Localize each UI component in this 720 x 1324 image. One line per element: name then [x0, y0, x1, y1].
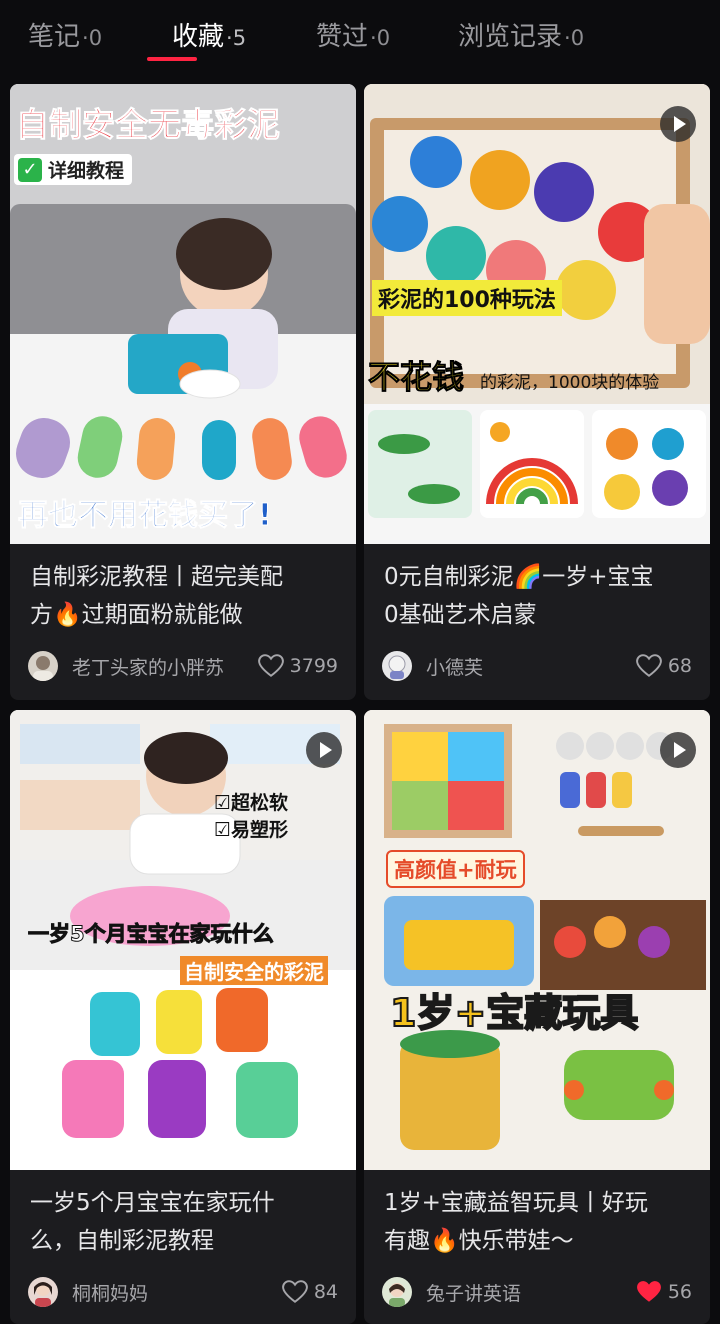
tab-count: ·0: [82, 26, 103, 50]
author-name: 兔子讲英语: [426, 1282, 522, 1305]
like-count: 56: [667, 1281, 692, 1303]
note-title-line: 1岁+宝藏益智玩具丨好玩: [384, 1190, 648, 1216]
avatar: [382, 651, 412, 681]
tab-notes[interactable]: 笔记·0: [28, 16, 102, 56]
video-play-icon: [660, 106, 696, 142]
tab-history[interactable]: 浏览记录·0: [458, 16, 584, 56]
note-title-line: 么，自制彩泥教程: [30, 1228, 214, 1254]
note-title-line: 0元自制彩泥🌈一岁+宝宝: [384, 564, 654, 590]
cover-badge-label: 详细教程: [48, 160, 125, 182]
cover-badge: ✓ 详细教程: [14, 154, 133, 185]
avatar: [382, 1277, 412, 1307]
cover-tag: 高颜值+耐玩: [386, 850, 525, 888]
tab-bar: 笔记·0 收藏·5 赞过·0 浏览记录·0: [0, 0, 720, 76]
cover-checklist: ☑超松软 ☑易塑形: [214, 788, 288, 842]
avatar: [28, 1277, 58, 1307]
note-title-line: 自制彩泥教程丨超完美配: [30, 564, 283, 590]
author-info[interactable]: 桐桐妈妈: [28, 1276, 148, 1308]
like-count: 84: [313, 1281, 338, 1303]
like-button[interactable]: 3799: [257, 650, 338, 682]
checkbox-icon: ☑: [214, 792, 232, 814]
note-title: 一岁5个月宝宝在家玩什 么，自制彩泥教程: [30, 1184, 340, 1260]
note-title-line: 方🔥过期面粉就能做: [30, 602, 243, 628]
author-info[interactable]: 老丁头家的小胖苏: [28, 650, 224, 682]
cover-image: ☑超松软 ☑易塑形 一岁5个月宝宝在家玩什么 自制安全的彩泥: [10, 710, 356, 1170]
checkbox-icon: ☑: [214, 819, 232, 841]
author-info[interactable]: 小德芙: [382, 650, 483, 682]
heart-outline-icon: [257, 654, 284, 677]
tab-favorites[interactable]: 收藏·5: [172, 16, 246, 56]
note-card[interactable]: 自制安全无毒彩泥 ✓ 详细教程 再也不用花钱买了! 自制彩泥教程丨超完美配 方🔥过…: [10, 84, 356, 700]
like-count: 3799: [289, 655, 338, 677]
cover-caption: 自制安全的彩泥: [180, 956, 328, 985]
cover-banner: 彩泥的100种玩法: [372, 280, 562, 316]
heart-filled-icon: [636, 1281, 661, 1302]
tab-count: ·0: [370, 26, 391, 50]
author-name: 小德芙: [426, 656, 484, 679]
tab-label: 收藏: [172, 22, 225, 52]
cover-image: 彩泥的100种玩法 不花钱 的彩泥，1000块的体验: [364, 84, 710, 544]
note-title: 0元自制彩泥🌈一岁+宝宝 0基础艺术启蒙: [384, 558, 694, 634]
cover-image: 自制安全无毒彩泥 ✓ 详细教程 再也不用花钱买了!: [10, 84, 356, 544]
like-button[interactable]: 84: [281, 1276, 338, 1308]
author-name: 老丁头家的小胖苏: [72, 656, 225, 679]
cover-image: 高颜值+耐玩 1岁+宝藏玩具: [364, 710, 710, 1170]
cover-headline: 自制安全无毒彩泥: [16, 105, 281, 145]
tab-count: ·5: [226, 26, 247, 50]
heart-outline-icon: [635, 654, 662, 677]
like-button[interactable]: 56: [636, 1276, 692, 1308]
cover-headline: 1岁+宝藏玩具: [389, 990, 639, 1036]
video-play-icon: [660, 732, 696, 768]
heart-outline-icon: [281, 1280, 308, 1303]
cover-footer-text: 再也不用花钱买了!: [18, 498, 273, 534]
note-title-line: 0基础艺术启蒙: [384, 602, 537, 628]
note-title: 自制彩泥教程丨超完美配 方🔥过期面粉就能做: [30, 558, 340, 634]
tab-label: 笔记: [28, 22, 81, 52]
cover-check-label: 易塑形: [231, 819, 289, 841]
active-tab-indicator: [147, 57, 197, 61]
cover-headline: 一岁5个月宝宝在家玩什么: [28, 922, 275, 947]
avatar: [28, 651, 58, 681]
like-count: 68: [667, 655, 692, 677]
cover-check-label: 超松软: [231, 792, 289, 814]
note-card[interactable]: 彩泥的100种玩法 不花钱 的彩泥，1000块的体验 0元自制彩泥🌈一岁+宝宝 0…: [364, 84, 710, 700]
video-play-icon: [306, 732, 342, 768]
like-button[interactable]: 68: [635, 650, 692, 682]
tab-label: 赞过: [316, 22, 369, 52]
playdough-photo-illustration: [10, 84, 356, 544]
cover-headline: 不花钱: [367, 358, 465, 397]
cover-caption: 的彩泥，1000块的体验: [480, 373, 660, 393]
tab-count: ·0: [564, 26, 585, 50]
note-title-line: 一岁5个月宝宝在家玩什: [30, 1190, 275, 1216]
note-card[interactable]: ☑超松软 ☑易塑形 一岁5个月宝宝在家玩什么 自制安全的彩泥 一岁5个月宝宝在家…: [10, 710, 356, 1324]
tab-liked[interactable]: 赞过·0: [316, 16, 390, 56]
author-name: 桐桐妈妈: [72, 1282, 149, 1305]
note-card[interactable]: 高颜值+耐玩 1岁+宝藏玩具 1岁+宝藏益智玩具丨好玩 有趣🔥快乐带娃～ 兔子讲英…: [364, 710, 710, 1324]
tab-label: 浏览记录: [458, 22, 563, 52]
toys-photo-illustration: [364, 710, 710, 1170]
note-title: 1岁+宝藏益智玩具丨好玩 有趣🔥快乐带娃～: [384, 1184, 694, 1260]
note-title-line: 有趣🔥快乐带娃～: [384, 1228, 574, 1254]
checkmark-icon: ✓: [18, 157, 42, 182]
author-info[interactable]: 兔子讲英语: [382, 1276, 521, 1308]
